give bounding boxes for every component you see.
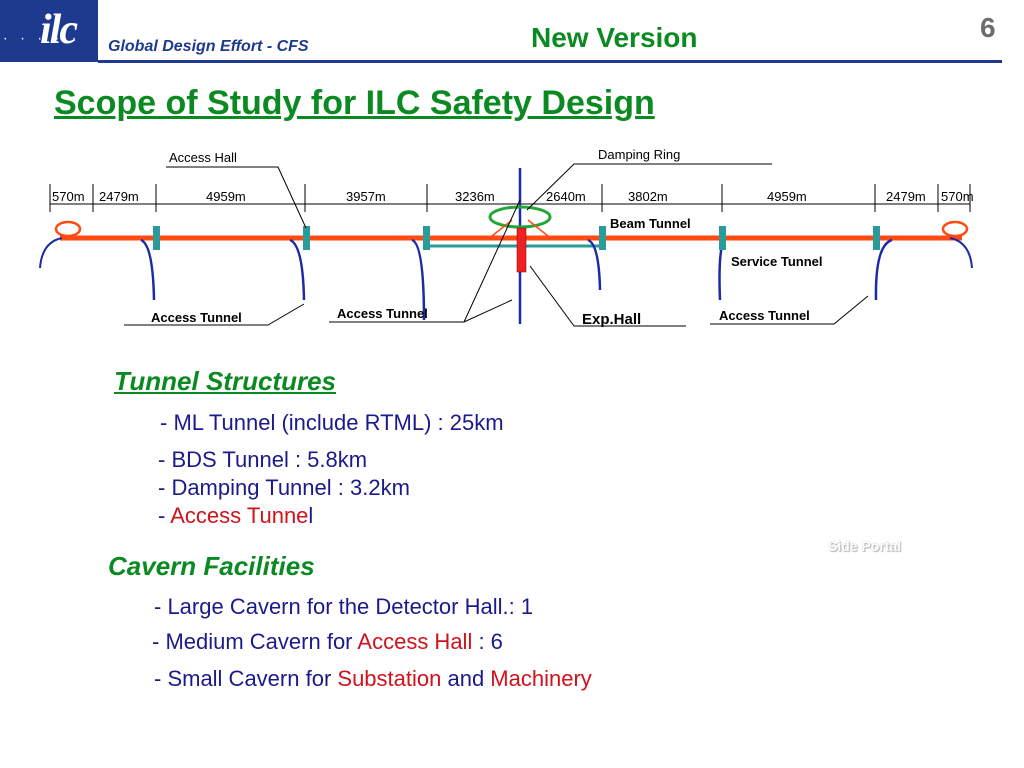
end-loop-right xyxy=(941,220,969,238)
cavern-item-small-highlight-machinery: Machinery xyxy=(490,666,592,691)
cavern-item-medium-highlight: Access Hall xyxy=(357,629,473,654)
cavern-item-large: - Large Cavern for the Detector Hall.: 1 xyxy=(154,594,534,619)
beam-tunnel-label: Beam Tunnel xyxy=(610,216,691,231)
ilc-logo: · · · · · ilc xyxy=(0,0,98,62)
tunnel-item-ml: - ML Tunnel (include RTML) : 25km xyxy=(160,410,504,435)
distance-label: 2479m xyxy=(99,189,139,204)
distance-label: 4959m xyxy=(767,189,807,204)
access-tunnel-label-right: Access Tunnel xyxy=(719,308,810,323)
tunnel-item-damping: - Damping Tunnel : 3.2km xyxy=(158,475,410,500)
cavern-item-medium-prefix: - Medium Cavern for xyxy=(152,629,358,654)
cavern-item-small-highlight-substation: Substation xyxy=(337,666,442,691)
access-hall-label: Access Hall xyxy=(169,150,237,165)
cavern-item-small: - Small Cavern for Substation and Machin… xyxy=(154,666,592,692)
side-portal-label: Side Portal xyxy=(828,538,902,554)
tunnel-layout-diagram: 570m 2479m 4959m 3957m 3236m 2640m 3802m… xyxy=(39,147,974,328)
tunnel-item-access-suffix: l xyxy=(308,503,314,528)
distance-label: 2479m xyxy=(886,189,926,204)
service-tunnel-label: Service Tunnel xyxy=(731,254,823,269)
exp-hall-marker xyxy=(516,227,527,273)
tunnel-item-bds: - BDS Tunnel : 5.8km xyxy=(158,447,368,472)
logo-text: ilc xyxy=(40,7,78,53)
end-curve-left xyxy=(39,237,63,269)
exp-hall-leader-left xyxy=(463,199,521,323)
end-curve-right xyxy=(949,237,973,269)
distance-label: 3957m xyxy=(346,189,386,204)
tunnel-item-access-prefix: - xyxy=(158,503,171,528)
access-tunnel-label-left: Access Tunnel xyxy=(151,310,242,325)
exp-hall-label: Exp.Hall xyxy=(582,311,641,328)
distance-label: 570m xyxy=(941,189,974,204)
distance-label: 3802m xyxy=(628,189,668,204)
cavern-item-medium-suffix: : 6 xyxy=(472,629,503,654)
end-loop-left xyxy=(54,220,82,238)
header-divider xyxy=(98,60,1002,63)
version-label: New Version xyxy=(531,22,698,53)
tunnel-structures-heading: Tunnel Structures xyxy=(114,366,337,396)
distance-label: 2640m xyxy=(546,189,586,204)
tunnel-item-access: - Access Tunnel xyxy=(158,503,313,529)
cavern-item-medium: - Medium Cavern for Access Hall : 6 xyxy=(152,629,503,655)
cavern-item-small-prefix: - Small Cavern for xyxy=(154,666,338,691)
distance-label: 4959m xyxy=(206,189,246,204)
damping-ring-label: Damping Ring xyxy=(598,147,680,162)
distance-label: 570m xyxy=(52,189,85,204)
distance-label: 3236m xyxy=(455,189,495,204)
tunnel-item-access-highlight: Access Tunne xyxy=(170,503,309,528)
cavern-facilities-heading: Cavern Facilities xyxy=(108,551,315,581)
page-number: 6 xyxy=(980,12,996,43)
organization-label: Global Design Effort - CFS xyxy=(108,38,309,55)
page-title: Scope of Study for ILC Safety Design xyxy=(54,84,655,122)
cavern-item-small-mid: and xyxy=(441,666,491,691)
access-tunnel-label-center: Access Tunnel xyxy=(337,306,428,321)
